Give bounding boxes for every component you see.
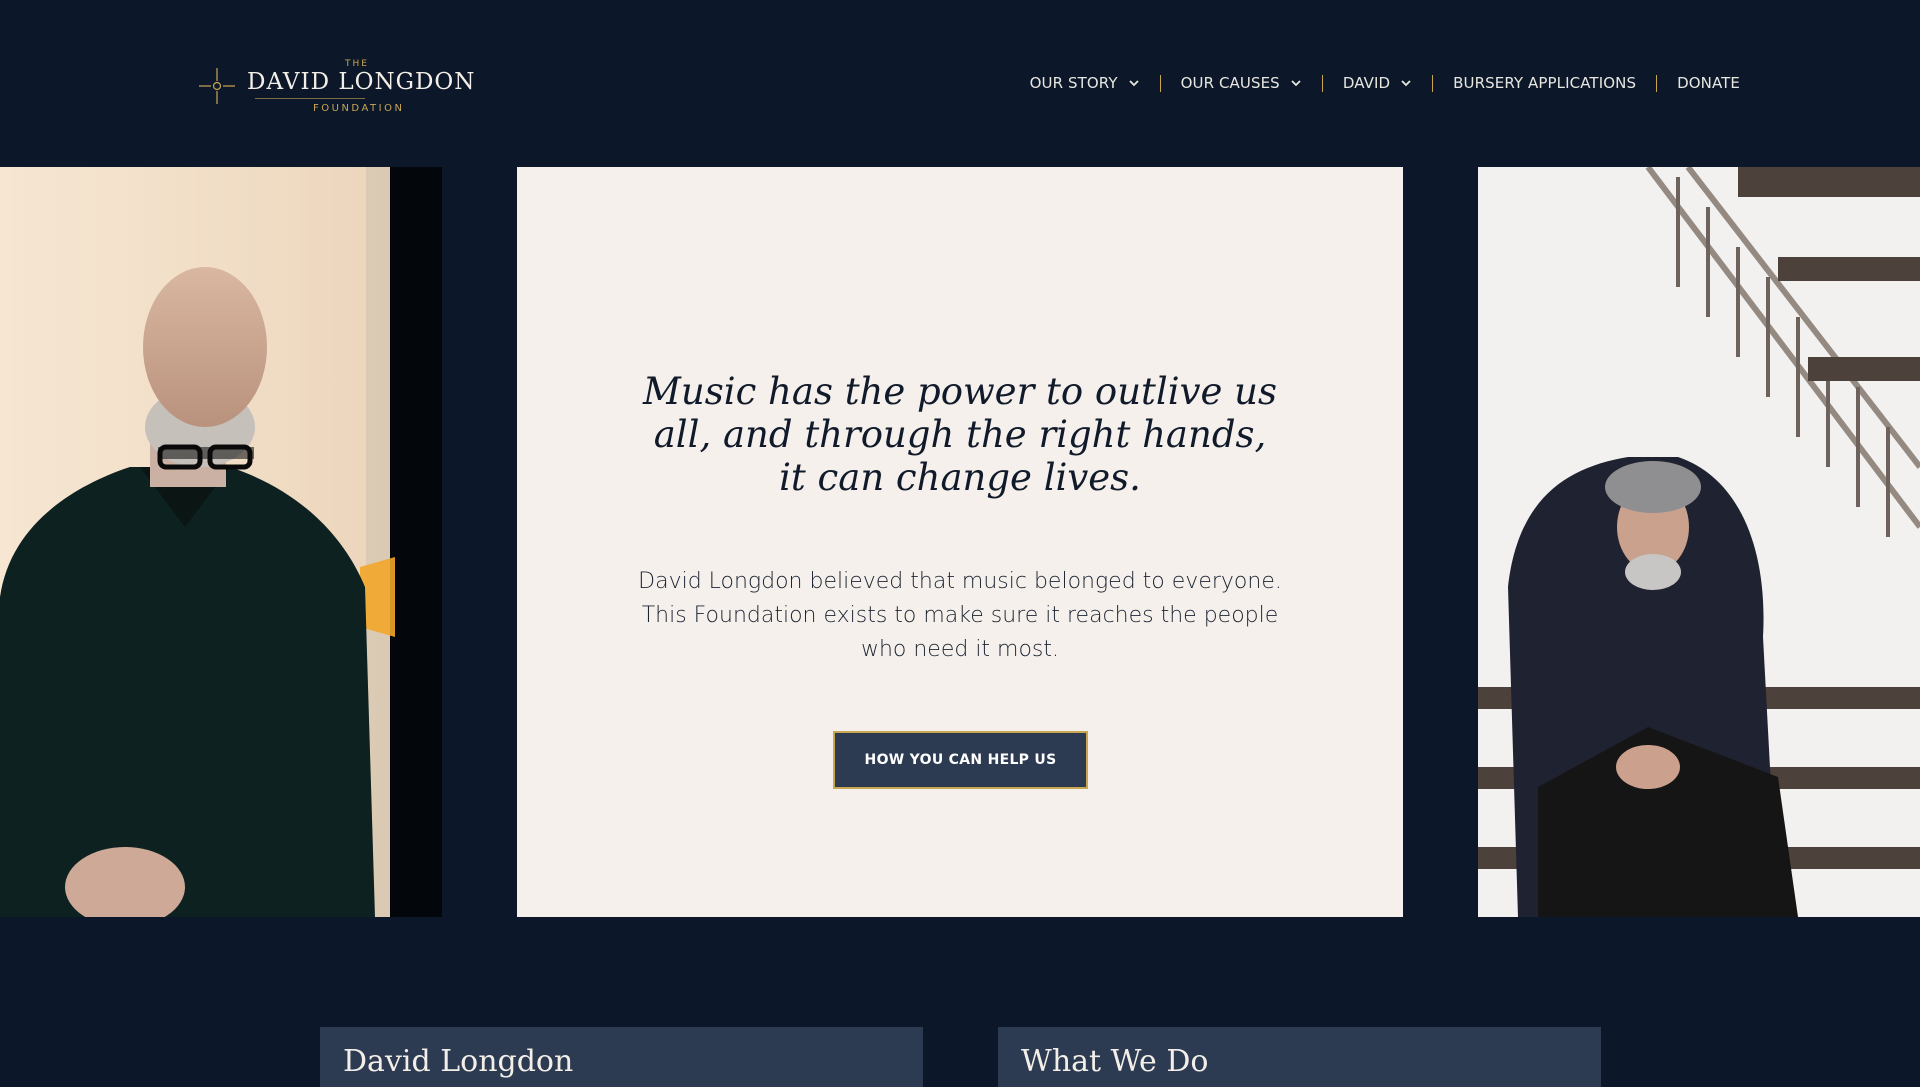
nav-item-label: DAVID bbox=[1342, 74, 1391, 92]
hero-intro: David Longdon believed that music belong… bbox=[638, 569, 1282, 662]
nav-divider bbox=[1321, 74, 1323, 92]
nav-item-our-causes[interactable]: OUR CAUSES bbox=[1181, 74, 1302, 92]
nav-item-label: OUR STORY bbox=[1029, 74, 1118, 92]
nav-divider bbox=[1656, 74, 1658, 92]
nav-item-david[interactable]: DAVID bbox=[1343, 74, 1412, 92]
nav-item-donate[interactable]: DONATE bbox=[1677, 74, 1740, 92]
card-what-we-do[interactable]: What We Do bbox=[998, 1027, 1601, 1087]
hero-card: Music has the power to outlive us all, a… bbox=[517, 167, 1403, 917]
compass-star-icon bbox=[199, 68, 235, 104]
logo-foundation-text: FOUNDATION bbox=[313, 103, 405, 114]
card-title: What We Do bbox=[1021, 1044, 1209, 1079]
chevron-down-icon bbox=[1291, 80, 1301, 87]
hero-quote: Music has the power to outlive us all, a… bbox=[643, 370, 1277, 499]
nav-divider bbox=[1432, 74, 1434, 92]
nav-item-label: DONATE bbox=[1677, 74, 1740, 92]
hero-photo-left bbox=[0, 167, 442, 917]
hero-photo-right bbox=[1478, 167, 1920, 917]
nav-item-label: OUR CAUSES bbox=[1180, 74, 1280, 92]
nav-item-bursery-applications[interactable]: BURSERY APPLICATIONS bbox=[1453, 74, 1636, 92]
logo-the-text: THE bbox=[345, 59, 369, 69]
how-you-can-help-button[interactable]: HOW YOU CAN HELP US bbox=[833, 731, 1088, 789]
man-standing-portrait-image bbox=[0, 167, 442, 917]
chevron-down-icon bbox=[1128, 80, 1139, 87]
foundation-logo[interactable]: THE DAVID LONGDON FOUNDATION bbox=[197, 58, 482, 118]
main-nav: OUR STORY OUR CAUSES DAVID BURSERY APPLI… bbox=[1030, 70, 1740, 96]
site-header: THE DAVID LONGDON FOUNDATION OUR STORY O… bbox=[0, 0, 1920, 167]
chevron-down-icon bbox=[1401, 80, 1411, 87]
logo-divider bbox=[255, 98, 365, 99]
nav-item-label: BURSERY APPLICATIONS bbox=[1453, 74, 1637, 92]
nav-item-our-story[interactable]: OUR STORY bbox=[1030, 74, 1140, 92]
man-seated-on-stairs-image bbox=[1478, 167, 1920, 917]
logo-name-text: DAVID LONGDON bbox=[247, 69, 476, 95]
card-title: David Longdon bbox=[343, 1044, 574, 1079]
card-david-longdon[interactable]: David Longdon bbox=[320, 1027, 923, 1087]
nav-divider bbox=[1159, 74, 1161, 92]
